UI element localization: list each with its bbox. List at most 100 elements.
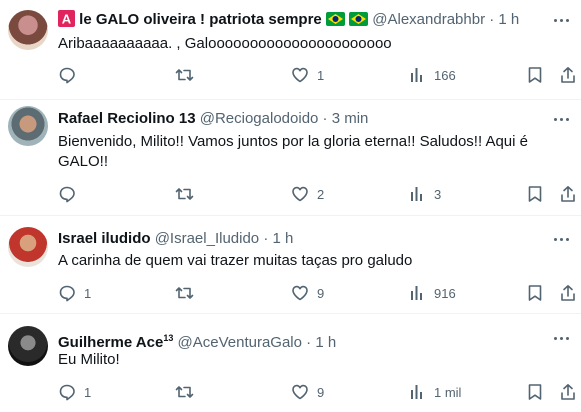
more-options-icon[interactable]	[551, 109, 573, 129]
more-options-icon[interactable]	[551, 328, 573, 348]
bookmark-icon	[528, 285, 542, 301]
action-bar: 1 166	[0, 64, 581, 86]
display-name[interactable]: Rafael Reciolino 13	[58, 110, 196, 127]
bookmark-button[interactable]	[527, 64, 543, 86]
handle[interactable]: @Reciogalodoido	[200, 110, 319, 127]
timestamp[interactable]: 3 min	[332, 110, 369, 127]
action-bar: 2 3	[0, 183, 581, 205]
reply-icon	[59, 186, 75, 203]
views-button[interactable]: 166	[410, 64, 456, 86]
tweet-text: Eu Milito!	[58, 351, 120, 368]
brazil-flag-icon	[325, 12, 345, 26]
reply-button[interactable]: 1	[58, 381, 91, 403]
timestamp[interactable]: 1 h	[498, 11, 519, 28]
separator-dot: ·	[263, 230, 269, 247]
retweet-icon	[175, 386, 194, 398]
reply-tweet[interactable]: A le GALO oliveira ! patriota sempre @Al…	[0, 0, 581, 100]
display-name[interactable]: Guilherme Ace	[58, 334, 163, 351]
retweet-button[interactable]	[175, 183, 202, 205]
like-button[interactable]: 2	[291, 183, 324, 205]
avatar[interactable]	[8, 106, 48, 146]
like-button[interactable]: 9	[291, 381, 324, 403]
heart-icon	[292, 186, 308, 202]
reply-icon	[59, 285, 75, 302]
separator-dot: ·	[322, 110, 328, 127]
views-count: 166	[434, 67, 456, 83]
reply-tweet[interactable]: Rafael Reciolino 13 @Reciogalodoido · 3 …	[0, 100, 581, 216]
avatar[interactable]	[8, 10, 48, 50]
tweet-text: A carinha de quem vai trazer muitas taça…	[58, 252, 413, 269]
like-count: 9	[317, 384, 325, 400]
display-name[interactable]: Israel iludido	[58, 230, 151, 247]
action-bar: 1 9 1 mil	[0, 381, 581, 403]
reply-tweet[interactable]: Israel iludido @Israel_Iludido · 1 h A c…	[0, 216, 581, 314]
reply-icon	[59, 384, 75, 401]
share-icon	[561, 186, 575, 202]
share-icon	[561, 384, 575, 400]
like-button[interactable]: 1	[291, 64, 324, 86]
brazil-flag-icon	[349, 12, 369, 26]
share-button[interactable]	[560, 64, 576, 86]
handle[interactable]: @AceVenturaGalo	[178, 334, 302, 351]
retweet-icon	[175, 69, 194, 81]
share-button[interactable]	[560, 282, 576, 304]
like-count: 1	[317, 67, 325, 83]
separator-dot: ·	[306, 334, 312, 351]
tweet-header: A le GALO oliveira ! patriota sempre @Al…	[58, 10, 519, 30]
more-options-icon[interactable]	[551, 10, 573, 30]
avatar[interactable]	[8, 326, 48, 366]
red-a-square-icon: A	[58, 10, 75, 27]
retweet-icon	[175, 287, 194, 299]
like-button[interactable]: 9	[291, 282, 324, 304]
separator-dot: ·	[489, 11, 495, 28]
retweet-button[interactable]	[175, 282, 202, 304]
views-bar-chart-icon	[411, 68, 422, 82]
share-icon	[561, 67, 575, 83]
reply-button[interactable]	[58, 183, 84, 205]
share-button[interactable]	[560, 183, 576, 205]
views-count: 916	[434, 285, 456, 301]
display-name[interactable]: le GALO oliveira ! patriota sempre	[79, 11, 322, 28]
share-button[interactable]	[560, 381, 576, 403]
reply-button[interactable]	[58, 64, 84, 86]
reply-tweet[interactable]: Guilherme Ace13 @AceVenturaGalo · 1 h Eu…	[0, 314, 581, 412]
heart-icon	[292, 384, 308, 400]
tweet-text: Bienvenido, Milito!! Vamos juntos por la…	[58, 133, 528, 170]
tweet-header: Rafael Reciolino 13 @Reciogalodoido · 3 …	[58, 109, 368, 129]
views-count: 1 mil	[434, 384, 462, 400]
bookmark-button[interactable]	[527, 282, 543, 304]
views-button[interactable]: 1 mil	[410, 381, 461, 403]
tweet-header: Israel iludido @Israel_Iludido · 1 h	[58, 229, 293, 249]
more-options-icon[interactable]	[551, 229, 573, 249]
reply-count: 1	[84, 285, 92, 301]
bookmark-icon	[528, 67, 542, 83]
views-button[interactable]: 3	[410, 183, 441, 205]
share-icon	[561, 285, 575, 301]
svg-text:A: A	[62, 12, 72, 27]
retweet-button[interactable]	[175, 64, 202, 86]
like-count: 9	[317, 285, 325, 301]
bookmark-button[interactable]	[527, 183, 543, 205]
bookmark-button[interactable]	[527, 381, 543, 403]
reply-button[interactable]: 1	[58, 282, 91, 304]
bookmark-icon	[528, 186, 542, 202]
like-count: 2	[317, 186, 325, 202]
retweet-icon	[175, 188, 194, 200]
tweet-text: Aribaaaaaaaaaa. , Galooooooooooooooooooo…	[58, 35, 392, 52]
bookmark-icon	[528, 384, 542, 400]
handle[interactable]: @Israel_Iludido	[155, 230, 259, 247]
retweet-button[interactable]	[175, 381, 202, 403]
views-count: 3	[434, 186, 442, 202]
heart-icon	[292, 67, 308, 83]
views-bar-chart-icon	[411, 385, 422, 399]
timestamp[interactable]: 1 h	[273, 230, 294, 247]
views-bar-chart-icon	[411, 187, 422, 201]
reply-count: 1	[84, 384, 92, 400]
handle[interactable]: @Alexandrabhbr	[372, 11, 485, 28]
name-superscript: 13	[163, 333, 174, 343]
timestamp[interactable]: 1 h	[315, 334, 336, 351]
avatar[interactable]	[8, 227, 48, 267]
views-button[interactable]: 916	[410, 282, 456, 304]
heart-icon	[292, 285, 308, 301]
action-bar: 1 9 916	[0, 282, 581, 304]
